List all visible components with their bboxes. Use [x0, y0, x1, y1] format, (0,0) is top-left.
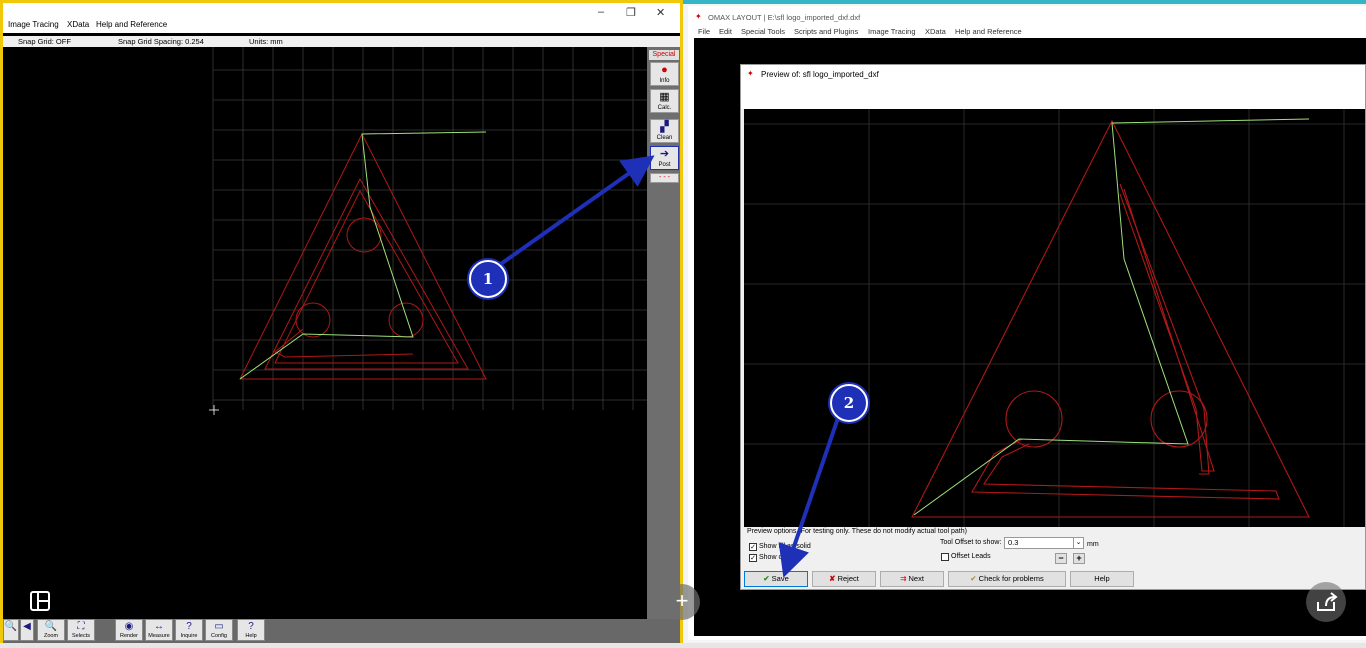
share-icon	[1317, 592, 1338, 611]
arrow-to-post-button	[496, 155, 655, 268]
annotation-overlay	[496, 155, 840, 578]
callout-step-1: 1	[469, 260, 507, 298]
callout-step-2: 2	[830, 384, 868, 422]
share-button[interactable]	[1306, 582, 1346, 622]
bottom-strip	[0, 643, 1366, 648]
add-plus-button[interactable]: +	[664, 584, 700, 620]
plus-icon: +	[675, 588, 689, 613]
arrow-to-save-button	[778, 417, 840, 578]
